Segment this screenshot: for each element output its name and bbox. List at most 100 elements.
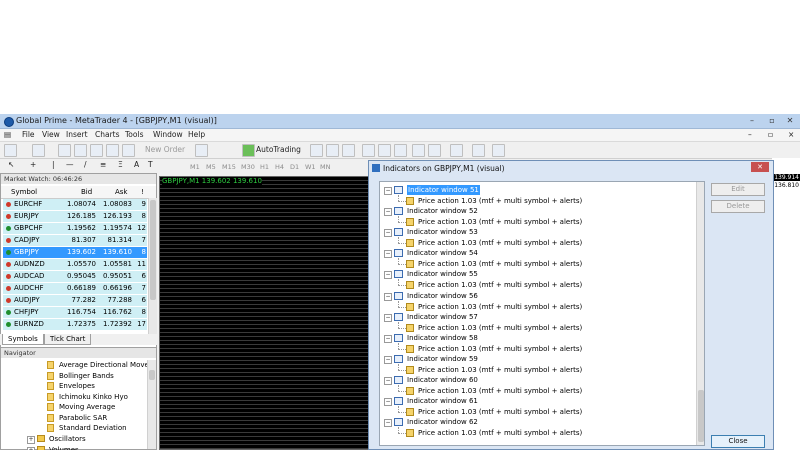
tf-m5[interactable]: M5 [206, 163, 216, 171]
scrollbar-thumb[interactable] [150, 200, 156, 300]
navigator-scrollbar[interactable] [147, 360, 156, 449]
market-watch-row[interactable]: EURJPY 126.185 126.193 8 [3, 211, 147, 222]
tab-symbols[interactable]: Symbols [2, 334, 44, 345]
label-tool-icon[interactable]: T [148, 160, 153, 169]
tf-m1[interactable]: M1 [190, 163, 200, 171]
channel-icon[interactable]: ≡ [100, 160, 106, 169]
market-watch-row[interactable]: AUDNZD 1.05570 1.05581 11 [3, 259, 147, 270]
autotrading-button[interactable]: AutoTrading [256, 145, 301, 154]
delete-button[interactable]: Delete [711, 200, 765, 213]
menu-help[interactable]: Help [188, 130, 205, 139]
metaeditor-icon[interactable] [195, 144, 208, 157]
tab-tick-chart[interactable]: Tick Chart [44, 334, 92, 345]
collapse-icon[interactable]: − [384, 229, 392, 238]
minimize-button[interactable]: – [742, 115, 762, 126]
market-watch-row[interactable]: AUDCHF 0.66189 0.66196 7 [3, 283, 147, 294]
data-window-icon[interactable] [74, 144, 87, 157]
collapse-icon[interactable]: − [384, 355, 392, 364]
price-chart[interactable] [159, 176, 370, 450]
tree-scrollbar-thumb[interactable] [698, 390, 704, 442]
app-logo-icon [4, 117, 14, 127]
menu-tools[interactable]: Tools [125, 130, 143, 139]
menu-charts[interactable]: Charts [95, 130, 120, 139]
right-price-scale: 139.914 136.810 [772, 158, 800, 450]
candlestick-icon[interactable] [326, 144, 339, 157]
cursor-icon[interactable]: ↖ [8, 160, 14, 169]
tf-w1[interactable]: W1 [305, 163, 316, 171]
fibonacci-icon[interactable]: Ξ [118, 160, 123, 169]
collapse-icon[interactable]: − [384, 334, 392, 343]
close-button[interactable]: Close [711, 435, 765, 448]
market-watch-icon[interactable] [58, 144, 71, 157]
profiles-icon[interactable] [32, 144, 45, 157]
maximize-button[interactable]: ▫ [762, 115, 782, 126]
trendline-icon[interactable]: / [84, 160, 87, 169]
tf-m15[interactable]: M15 [222, 163, 236, 171]
market-watch-row[interactable]: CADJPY 81.307 81.314 7 [3, 235, 147, 246]
crosshair-icon[interactable]: + [30, 160, 36, 169]
expand-icon[interactable]: + [27, 446, 35, 450]
collapse-icon[interactable]: − [384, 376, 392, 385]
market-watch-row[interactable]: GBPCHF 1.19562 1.19574 12 [3, 223, 147, 234]
market-watch-row[interactable]: CHFJPY 116.754 116.762 8 [3, 307, 147, 318]
market-watch-scrollbar[interactable] [148, 198, 157, 338]
text-tool-icon[interactable]: A [134, 160, 139, 169]
tf-m30[interactable]: M30 [241, 163, 255, 171]
indicator-icon [406, 408, 414, 416]
market-watch-row[interactable]: AUDCAD 0.95045 0.95051 6 [3, 271, 147, 282]
tf-d1[interactable]: D1 [290, 163, 299, 171]
zoom-in-icon[interactable] [362, 144, 375, 157]
line-chart-icon[interactable] [342, 144, 355, 157]
new-order-button[interactable]: New Order [145, 145, 185, 154]
column-ask[interactable]: Ask [115, 188, 128, 196]
vertical-line-icon[interactable]: | [52, 160, 55, 169]
collapse-icon[interactable]: − [384, 398, 392, 406]
menu-insert[interactable]: Insert [66, 130, 88, 139]
tf-mn[interactable]: MN [320, 163, 330, 171]
templates-icon[interactable] [492, 144, 505, 157]
tf-h4[interactable]: H4 [275, 163, 284, 171]
mdi-minimize-button[interactable]: – [748, 130, 752, 139]
collapse-icon[interactable]: − [384, 250, 392, 259]
chart-symbol-label: GBPJPY,M1 139.602 139.610 [162, 177, 262, 185]
column-symbol[interactable]: Symbol [11, 188, 37, 196]
collapse-icon[interactable]: − [384, 292, 392, 301]
market-watch-row[interactable]: EURNZD 1.72375 1.72392 17 [3, 319, 147, 330]
navigator-icon[interactable] [90, 144, 103, 157]
collapse-icon[interactable]: − [384, 187, 392, 195]
tile-windows-icon[interactable] [394, 144, 407, 157]
chart-shift-icon[interactable] [428, 144, 441, 157]
market-watch-row[interactable]: AUDJPY 77.282 77.288 6 [3, 295, 147, 306]
bar-chart-icon[interactable] [310, 144, 323, 157]
column-spread[interactable]: ! [141, 188, 144, 196]
indicators-list-icon[interactable] [450, 144, 463, 157]
market-watch-row[interactable]: EURCHF 1.08074 1.08083 9 [3, 199, 147, 210]
market-watch-row[interactable]: GBPJPY 139.602 139.610 8 [3, 247, 147, 258]
collapse-icon[interactable]: − [384, 208, 392, 217]
menu-file[interactable]: File [22, 130, 35, 139]
menu-view[interactable]: View [42, 130, 60, 139]
zoom-out-icon[interactable] [378, 144, 391, 157]
menu-window[interactable]: Window [153, 130, 183, 139]
collapse-icon[interactable]: − [384, 313, 392, 322]
dialog-close-icon[interactable]: ✕ [751, 162, 769, 172]
indicator-item-label: Price action 1.03 (mtf + multi symbol + … [418, 281, 583, 290]
column-bid[interactable]: Bid [81, 188, 92, 196]
tree-scrollbar[interactable] [696, 182, 704, 445]
indicator-item-label: Price action 1.03 (mtf + multi symbol + … [418, 386, 583, 395]
edit-button[interactable]: Edit [711, 183, 765, 196]
mdi-restore-button[interactable]: ▫ [768, 130, 773, 139]
periods-icon[interactable] [472, 144, 485, 157]
tf-h1[interactable]: H1 [260, 163, 269, 171]
terminal-icon[interactable] [106, 144, 119, 157]
mdi-close-button[interactable]: × [788, 130, 794, 139]
expand-icon[interactable]: + [27, 436, 35, 444]
collapse-icon[interactable]: − [384, 419, 392, 428]
horizontal-line-icon[interactable]: — [66, 160, 74, 169]
autoscroll-icon[interactable] [412, 144, 425, 157]
new-chart-icon[interactable] [4, 144, 17, 157]
navigator-scrollbar-thumb[interactable] [149, 370, 155, 380]
strategy-tester-icon[interactable] [122, 144, 135, 157]
close-window-button[interactable]: ✕ [780, 115, 800, 126]
collapse-icon[interactable]: − [384, 271, 392, 280]
